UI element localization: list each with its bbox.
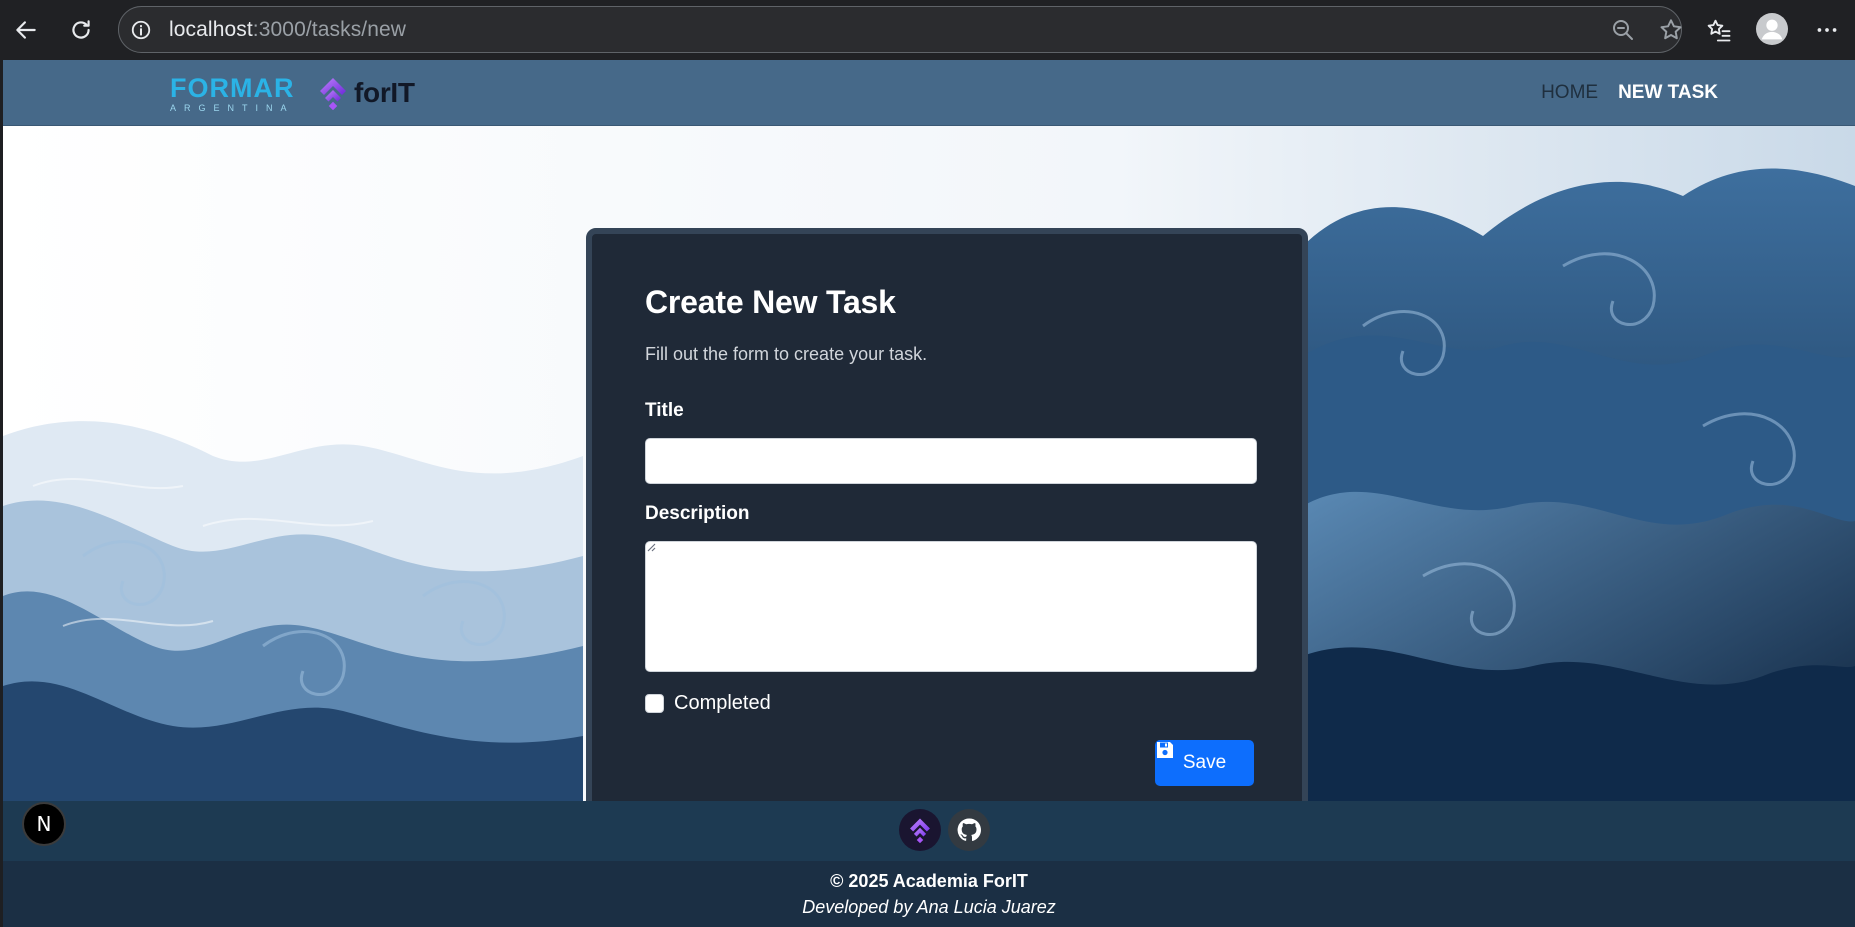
back-icon[interactable] (10, 14, 42, 46)
description-textarea[interactable] (645, 541, 1257, 672)
forit-logo-icon (320, 78, 346, 110)
forit-logo[interactable]: forIT (316, 75, 415, 111)
form-subtitle: Fill out the form to create your task. (645, 344, 928, 364)
create-task-card: Create New Task Fill out the form to cre… (586, 228, 1308, 801)
save-button[interactable]: Save (1155, 740, 1254, 786)
github-social-link[interactable] (948, 809, 990, 851)
url-host: localhost (169, 18, 253, 41)
title-label: Title (645, 400, 684, 421)
reload-icon[interactable] (65, 14, 97, 46)
site-info-icon[interactable] (125, 14, 157, 46)
nav-new-task-link[interactable]: NEW TASK (1618, 82, 1718, 104)
completed-label: Completed (674, 691, 771, 714)
forit-icon (910, 818, 930, 843)
zoom-out-icon[interactable] (1607, 14, 1639, 46)
hero-background: Create New Task Fill out the form to cre… (3, 126, 1855, 801)
title-input[interactable] (645, 438, 1257, 484)
url-text[interactable]: localhost:3000/tasks/new (169, 7, 406, 54)
formar-logo-word: FORMAR (170, 73, 295, 103)
resize-grip-icon[interactable] (646, 542, 656, 552)
forit-social-link[interactable] (899, 809, 941, 851)
nextjs-badge-letter: N (36, 812, 52, 836)
url-path: :3000/tasks/new (252, 18, 407, 41)
footer-social-bar (3, 801, 1855, 861)
description-label: Description (645, 503, 750, 524)
navbar: FORMAR ARGENTINA forIT HOME NEW TASK (3, 60, 1855, 126)
github-icon (957, 818, 981, 842)
forit-logo-text: forIT (354, 77, 415, 108)
favorite-star-icon[interactable] (1655, 14, 1687, 46)
floppy-disk-icon (1157, 742, 1173, 758)
completed-checkbox[interactable] (645, 693, 664, 713)
more-icon[interactable] (1811, 14, 1843, 46)
nextjs-dev-badge[interactable]: N (22, 802, 66, 846)
formar-logo-sub: ARGENTINA (170, 103, 295, 113)
profile-icon[interactable] (1756, 13, 1788, 45)
nav-links: HOME NEW TASK (1541, 60, 1718, 126)
completed-row[interactable]: Completed (645, 690, 771, 716)
favorites-icon[interactable] (1703, 14, 1735, 46)
save-button-label: Save (1182, 752, 1227, 773)
footer-copyright: © 2025 Academia ForIT (830, 871, 1028, 891)
footer-developer: Developed by Ana Lucia Juarez (802, 897, 1056, 917)
address-bar[interactable]: localhost:3000/tasks/new (118, 6, 1682, 53)
page-viewport: FORMAR ARGENTINA forIT HOME NEW TASK Cre… (3, 60, 1855, 927)
browser-toolbar: localhost:3000/tasks/new (0, 0, 1855, 60)
footer: © 2025 Academia ForIT Developed by Ana L… (3, 861, 1855, 927)
form-title: Create New Task (645, 284, 896, 320)
nav-home-link[interactable]: HOME (1541, 82, 1598, 104)
formar-logo[interactable]: FORMAR ARGENTINA (170, 74, 295, 114)
